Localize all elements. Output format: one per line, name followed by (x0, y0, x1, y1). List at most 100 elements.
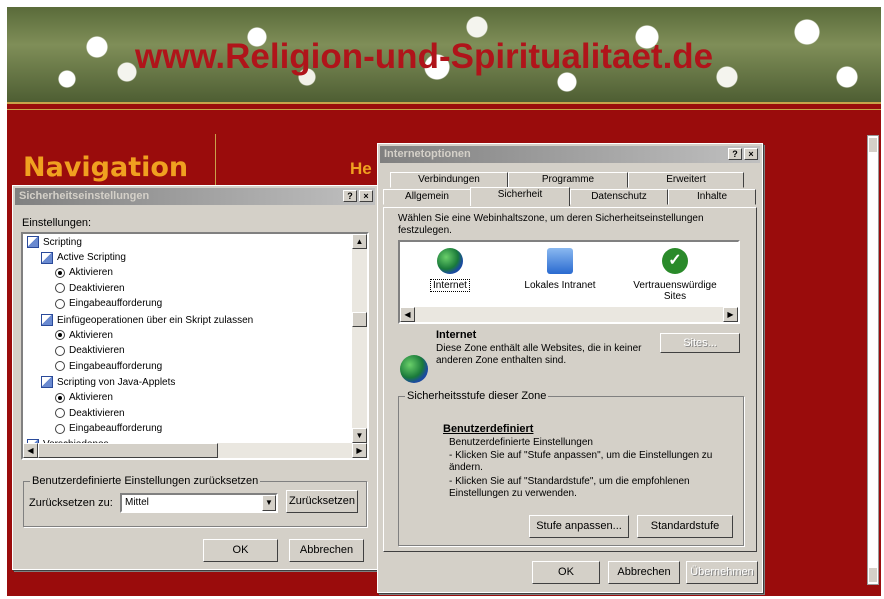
zone-label: Internet (430, 279, 470, 292)
tree-item-label: Eingabeaufforderung (69, 423, 163, 435)
tree-item-label: Deaktivieren (69, 345, 125, 357)
scrollbar-down[interactable] (869, 568, 877, 582)
zone-name: Internet (436, 329, 477, 341)
ok-button[interactable]: OK (532, 561, 600, 584)
tree-radio-option[interactable]: Deaktivieren (55, 283, 125, 294)
sites-button[interactable]: Sites... (660, 333, 740, 353)
scroll-left-icon[interactable]: ◀ (23, 443, 38, 458)
radio-icon (55, 361, 65, 372)
radio-icon (55, 298, 65, 309)
navigation-heading: Navigation (23, 152, 189, 183)
tree-setting-header: Scripting (27, 236, 82, 248)
tree-item-label: Aktivieren (69, 267, 113, 279)
zone-list[interactable]: Internet Lokales Intranet ✓ Vertrauenswü… (398, 240, 740, 324)
security-settings-dialog: Sicherheitseinstellungen ? × Einstellung… (12, 185, 378, 570)
content-heading: He (350, 159, 372, 178)
reset-group-label: Benutzerdefinierte Einstellungen zurücks… (30, 475, 261, 487)
scroll-down-icon[interactable]: ▼ (352, 428, 367, 443)
radio-icon (55, 330, 65, 341)
tree-hscroll[interactable]: ◀ ▶ (23, 443, 367, 458)
scroll-thumb[interactable] (352, 312, 367, 327)
settings-script-icon (27, 236, 39, 248)
security-settings-titlebar[interactable]: Sicherheitseinstellungen ? × (15, 188, 375, 205)
tab-inhalte[interactable]: Inhalte (668, 189, 756, 205)
banner-divider-thin (7, 109, 881, 110)
reset-button[interactable]: Zurücksetzen (286, 490, 358, 513)
level-line-1: Benutzerdefinierte Einstellungen (449, 437, 593, 448)
settings-script-icon (41, 251, 53, 264)
zone-local-intranet[interactable]: Lokales Intranet (515, 248, 605, 291)
scroll-thumb[interactable] (38, 443, 218, 458)
help-button[interactable]: ? (343, 190, 357, 202)
reset-group: Benutzerdefinierte Einstellungen zurücks… (23, 475, 367, 527)
tree-radio-option[interactable]: Deaktivieren (55, 408, 125, 419)
tree-radio-option[interactable]: Aktivieren (55, 267, 113, 278)
globe-icon (437, 248, 463, 274)
close-button[interactable]: × (359, 190, 373, 202)
tab-erweitert[interactable]: Erweitert (628, 172, 744, 188)
ok-button[interactable]: OK (203, 539, 278, 562)
zone-description: Diese Zone enthält alle Websites, die in… (436, 343, 642, 366)
tree-setting-header: Einfügeoperationen über ein Skript zulas… (41, 314, 253, 326)
level-line-2: - Klicken Sie auf "Stufe anpassen", um d… (449, 450, 713, 473)
level-line-3: - Klicken Sie auf "Standardstufe", um di… (449, 476, 690, 499)
apply-button[interactable]: Übernehmen (686, 561, 758, 584)
check-icon: ✓ (662, 248, 688, 274)
tab-allgemein[interactable]: Allgemein (383, 189, 471, 205)
scroll-up-icon[interactable]: ▲ (352, 234, 367, 249)
cancel-button[interactable]: Abbrechen (608, 561, 680, 584)
settings-script-icon (41, 314, 53, 326)
zone-internet[interactable]: Internet (405, 248, 495, 292)
settings-label: Einstellungen: (22, 217, 92, 229)
tab-programme[interactable]: Programme (508, 172, 628, 188)
help-button[interactable]: ? (728, 148, 742, 160)
page-scrollbar[interactable] (867, 135, 879, 585)
reset-to-label: Zurücksetzen zu: (29, 497, 113, 509)
cancel-button[interactable]: Abbrechen (289, 539, 364, 562)
tab-datenschutz[interactable]: Datenschutz (570, 189, 668, 205)
nav-separator (215, 134, 216, 189)
internet-options-dialog: Internetoptionen ? × Verbindungen Progra… (377, 143, 763, 593)
scroll-right-icon[interactable]: ▶ (723, 307, 738, 322)
tree-item-label: Aktivieren (69, 329, 113, 341)
chevron-down-icon[interactable]: ▼ (262, 495, 276, 511)
tree-radio-option[interactable]: Aktivieren (55, 392, 113, 403)
zone-trusted-sites[interactable]: ✓ Vertrauenswürdige Sites (630, 248, 720, 302)
scrollbar-up[interactable] (869, 138, 877, 152)
radio-icon (55, 423, 65, 434)
reset-level-value: Mittel (125, 497, 149, 508)
tree-radio-option[interactable]: Aktivieren (55, 330, 113, 341)
tree-vscroll[interactable]: ▲ ▼ (352, 234, 367, 443)
level-name: Benutzerdefiniert (443, 423, 534, 435)
tree-item-label: Deaktivieren (69, 282, 125, 294)
tree-setting-header: Active Scripting (41, 251, 126, 264)
tree-item-label: Einfügeoperationen über ein Skript zulas… (57, 314, 254, 326)
internet-options-titlebar[interactable]: Internetoptionen ? × (380, 146, 760, 163)
radio-icon (55, 392, 65, 403)
globe-icon (400, 355, 428, 383)
scroll-right-icon[interactable]: ▶ (352, 443, 367, 458)
site-title[interactable]: www.Religion-und-Spiritualitaet.de (135, 37, 713, 77)
tree-item-label: Scripting (43, 236, 82, 248)
tree-radio-option[interactable]: Eingabeaufforderung (55, 423, 162, 434)
tab-sicherheit[interactable]: Sicherheit (470, 187, 570, 206)
tree-item-label: Scripting von Java-Applets (57, 376, 176, 388)
radio-icon (55, 345, 65, 356)
scroll-left-icon[interactable]: ◀ (400, 307, 415, 322)
dialog-title: Internetoptionen (384, 148, 471, 160)
tab-verbindungen[interactable]: Verbindungen (390, 172, 508, 188)
zone-hscroll[interactable]: ◀ ▶ (400, 307, 738, 322)
reset-level-select[interactable]: Mittel ▼ (120, 493, 278, 513)
tree-item-label: Eingabeaufforderung (69, 360, 163, 372)
radio-icon (55, 267, 65, 278)
tree-radio-option[interactable]: Deaktivieren (55, 345, 125, 356)
custom-level-button[interactable]: Stufe anpassen... (529, 515, 629, 538)
tree-item-label: Aktivieren (69, 392, 113, 403)
radio-icon (55, 408, 65, 419)
tree-radio-option[interactable]: Eingabeaufforderung (55, 298, 162, 309)
settings-script-icon (41, 376, 53, 389)
default-level-button[interactable]: Standardstufe (637, 515, 733, 538)
settings-tree[interactable]: Scripting Active Scripting Aktivieren Deakt… (21, 232, 369, 460)
tree-radio-option[interactable]: Eingabeaufforderung (55, 361, 162, 372)
close-button[interactable]: × (744, 148, 758, 160)
